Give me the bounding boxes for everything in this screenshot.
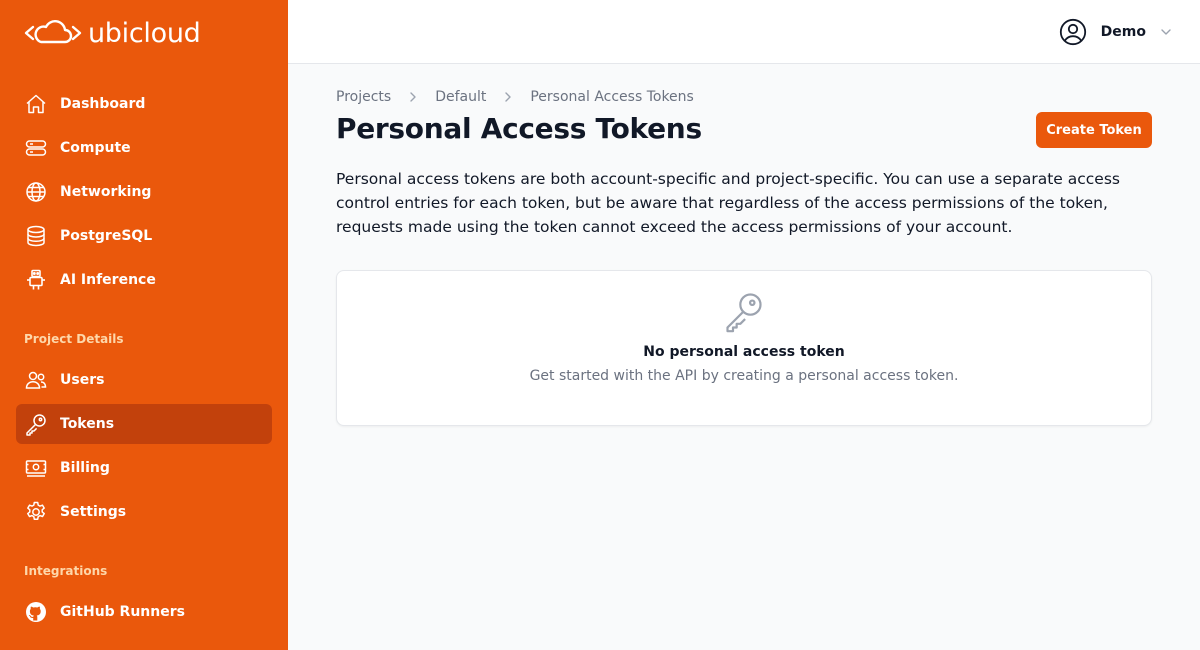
database-icon	[24, 224, 48, 248]
breadcrumb-personal-access-tokens[interactable]: Personal Access Tokens	[530, 89, 693, 105]
sidebar-item-postgresql[interactable]: PostgreSQL	[16, 216, 272, 256]
banknotes-icon	[24, 456, 48, 480]
sidebar-item-label: Compute	[60, 140, 131, 156]
robot-icon	[24, 268, 48, 292]
empty-state-subtitle: Get started with the API by creating a p…	[529, 368, 959, 384]
sidebar-item-label: AI Inference	[60, 272, 156, 288]
sidebar-item-label: Dashboard	[60, 96, 146, 112]
sidebar-item-users[interactable]: Users	[16, 360, 272, 400]
sidebar-item-networking[interactable]: Networking	[16, 172, 272, 212]
cloud-logo-icon	[24, 20, 82, 44]
chevron-right-icon	[409, 91, 417, 103]
sidebar-item-label: PostgreSQL	[60, 228, 153, 244]
section-label-integrations: Integrations	[24, 564, 108, 578]
user-avatar-icon	[1059, 18, 1086, 46]
sidebar-item-label: GitHub Runners	[60, 604, 185, 620]
sidebar-item-compute[interactable]: Compute	[16, 128, 272, 168]
user-name: Demo	[1100, 24, 1146, 40]
page-title: Personal Access Tokens	[336, 112, 702, 145]
empty-state-title: No personal access token	[643, 344, 845, 360]
sidebar-item-tokens[interactable]: Tokens	[16, 404, 272, 444]
sidebar-item-label: Users	[60, 372, 105, 388]
breadcrumb-default[interactable]: Default	[435, 89, 486, 105]
breadcrumb-projects[interactable]: Projects	[336, 89, 391, 105]
page-description: Personal access tokens are both account-…	[336, 170, 1120, 236]
chevron-right-icon	[504, 91, 512, 103]
github-icon	[24, 600, 48, 624]
sidebar-item-dashboard[interactable]: Dashboard	[16, 84, 272, 124]
sidebar-item-label: Billing	[60, 460, 110, 476]
sidebar-item-github-runners[interactable]: GitHub Runners	[16, 592, 272, 632]
create-token-button[interactable]: Create Token	[1036, 112, 1152, 148]
sidebar-item-label: Tokens	[60, 416, 115, 432]
users-icon	[24, 368, 48, 392]
top-header: Demo	[288, 0, 1200, 64]
sidebar-item-label: Settings	[60, 504, 127, 520]
brand-logo[interactable]: ubicloud	[24, 17, 201, 49]
gear-icon	[24, 500, 48, 524]
chevron-down-icon	[1161, 29, 1171, 35]
empty-state-card: No personal access token Get started wit…	[336, 270, 1152, 426]
user-menu-button[interactable]: Demo	[1059, 18, 1172, 46]
sidebar-item-billing[interactable]: Billing	[16, 448, 272, 488]
sidebar-item-settings[interactable]: Settings	[16, 492, 272, 532]
sidebar: ubicloud Dashboard Compute Networking Po…	[0, 0, 288, 650]
key-icon	[24, 412, 48, 436]
sidebar-item-label: Networking	[60, 184, 152, 200]
breadcrumb: Projects Default Personal Access Tokens	[336, 89, 694, 105]
section-label-project-details: Project Details	[24, 332, 124, 346]
sidebar-item-ai-inference[interactable]: AI Inference	[16, 260, 272, 300]
key-icon	[726, 293, 762, 333]
brand-name: ubicloud	[88, 17, 201, 49]
home-icon	[24, 92, 48, 116]
server-icon	[24, 136, 48, 160]
globe-icon	[24, 180, 48, 204]
